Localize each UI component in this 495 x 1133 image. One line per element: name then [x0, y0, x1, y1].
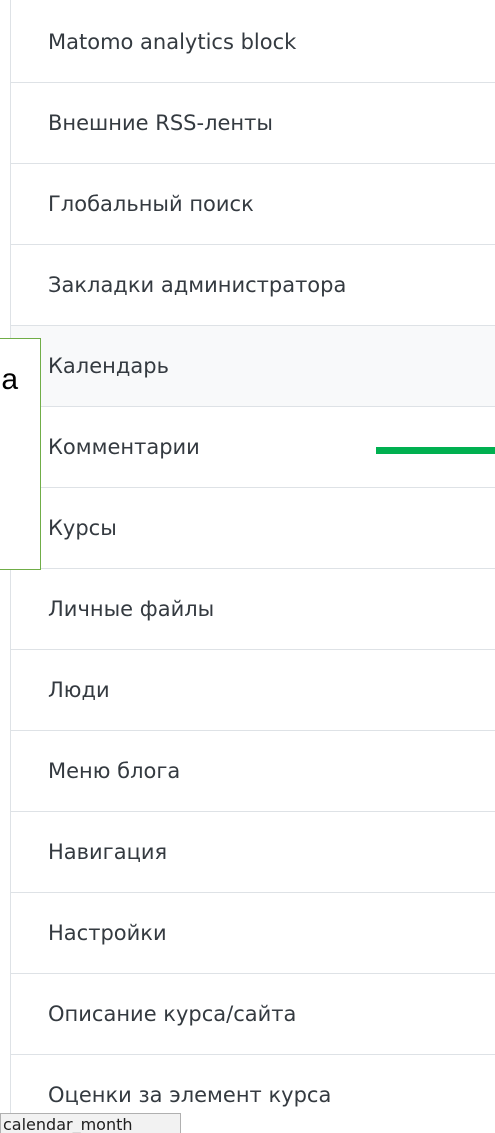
annotation-callout-text: а: [1, 363, 18, 396]
block-item-blog-menu[interactable]: Меню блога: [11, 731, 495, 812]
block-item-courses[interactable]: Курсы: [11, 488, 495, 569]
block-item-private-files[interactable]: Личные файлы: [11, 569, 495, 650]
block-list: Matomo analytics block Внешние RSS-ленты…: [10, 0, 495, 1133]
block-item-external-rss[interactable]: Внешние RSS-ленты: [11, 83, 495, 164]
block-item-matomo-analytics[interactable]: Matomo analytics block: [11, 2, 495, 83]
block-item-admin-bookmarks[interactable]: Закладки администратора: [11, 245, 495, 326]
link-status-tooltip: calendar_month: [0, 1113, 181, 1133]
page: Matomo analytics block Внешние RSS-ленты…: [0, 0, 495, 1133]
annotation-callout-box: а: [0, 338, 41, 570]
block-item-course-description[interactable]: Описание курса/сайта: [11, 974, 495, 1055]
block-item-calendar[interactable]: Календарь: [11, 326, 495, 407]
block-item-global-search[interactable]: Глобальный поиск: [11, 164, 495, 245]
block-item-people[interactable]: Люди: [11, 650, 495, 731]
block-item-settings[interactable]: Настройки: [11, 893, 495, 974]
block-item-navigation[interactable]: Навигация: [11, 812, 495, 893]
annotation-pointer-line: [376, 447, 495, 454]
